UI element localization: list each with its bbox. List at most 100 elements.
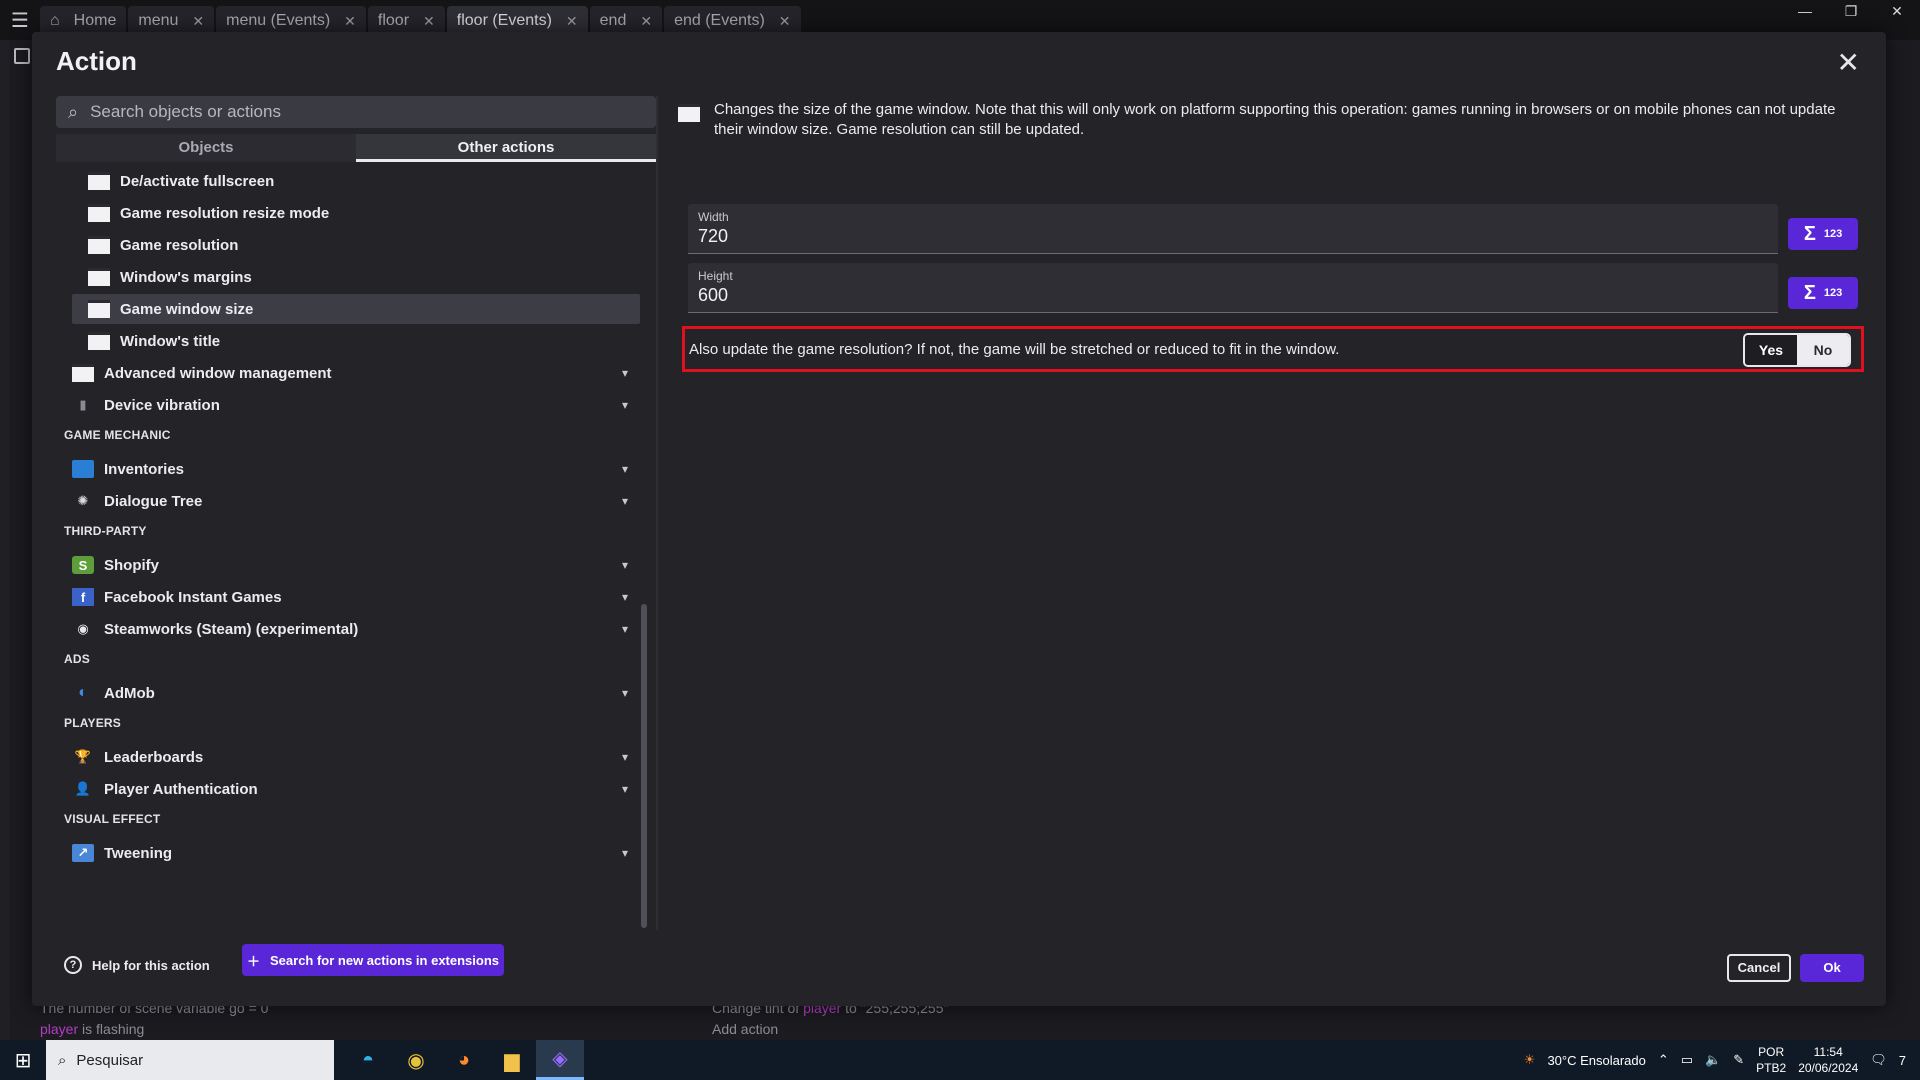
chevron-down-icon: ▾: [621, 494, 628, 508]
window-icon: [88, 300, 110, 318]
chevron-down-icon: ▾: [621, 846, 628, 860]
pen-icon[interactable]: ✎: [1733, 1052, 1744, 1068]
width-field[interactable]: Width: [688, 204, 1778, 254]
panel-divider: [656, 96, 658, 930]
picker-tabs: Objects Other actions: [56, 134, 656, 162]
close-icon[interactable]: ✕: [344, 13, 356, 30]
search-extensions-button[interactable]: ＋ Search for new actions in extensions: [242, 944, 504, 976]
category-player-authentication[interactable]: 👤 Player Authentication ▾: [56, 774, 640, 804]
language-indicator[interactable]: POR PTB2: [1756, 1044, 1786, 1076]
category-dialogue-tree[interactable]: ✺ Dialogue Tree ▾: [56, 486, 640, 516]
dialog-title: Action: [56, 46, 137, 76]
notifications-icon[interactable]: 🗨: [1870, 1052, 1887, 1068]
restore-icon[interactable]: ❐: [1828, 0, 1874, 22]
help-icon: ?: [64, 956, 82, 974]
firefox-icon[interactable]: ◕: [440, 1040, 488, 1080]
window-close-icon[interactable]: ✕: [1874, 0, 1920, 22]
minimize-icon[interactable]: —: [1782, 0, 1828, 22]
height-field[interactable]: Height: [688, 263, 1778, 313]
window-icon: [88, 204, 110, 222]
window-icon: [88, 268, 110, 286]
list-item-game-window-size[interactable]: Game window size: [72, 294, 640, 324]
cancel-button[interactable]: Cancel: [1727, 954, 1791, 982]
chevron-up-icon[interactable]: ⌃: [1658, 1052, 1669, 1068]
weather-icon: ☀: [1523, 1052, 1536, 1067]
category-admob[interactable]: ◐ AdMob ▾: [56, 678, 640, 708]
category-device-vibration[interactable]: ▮ Device vibration ▾: [56, 390, 640, 420]
system-tray: ☀ 30°C Ensolarado ⌃ ▭ 🔈 ✎ POR PTB2 11:54 2…: [1523, 1044, 1906, 1076]
list-scrollbar[interactable]: [641, 96, 647, 930]
action-description: Changes the size of the game window. Not…: [678, 96, 1864, 140]
file-explorer-icon[interactable]: ▆: [488, 1040, 536, 1080]
scrollbar-thumb[interactable]: [641, 604, 647, 928]
tab-objects[interactable]: Objects: [56, 134, 356, 162]
dialogue-tree-icon: ✺: [77, 493, 89, 508]
sigma-icon: Σ: [1803, 222, 1816, 245]
width-expression-button[interactable]: Σ 123: [1788, 218, 1858, 250]
width-input[interactable]: [698, 226, 1758, 247]
dialog-close-icon[interactable]: ✕: [1837, 46, 1860, 79]
windows-taskbar: ⊞ ⌕ Pesquisar ◓ ◉ ◕ ▆ ◈ ☀ 30°C Ensolarado…: [0, 1040, 1920, 1080]
chevron-down-icon: ▾: [621, 686, 628, 700]
user-lock-icon: 👤: [74, 781, 92, 796]
windows-start-icon[interactable]: ⊞: [0, 1048, 46, 1073]
category-steamworks[interactable]: ◉ Steamworks (Steam) (experimental) ▾: [56, 614, 640, 644]
vibration-icon: ▮: [79, 397, 87, 412]
network-icon[interactable]: ▭: [1681, 1052, 1693, 1068]
chevron-down-icon: ▾: [621, 462, 628, 476]
close-icon[interactable]: ✕: [566, 13, 578, 30]
section-players: PLAYERS: [64, 716, 121, 730]
no-button[interactable]: No: [1797, 335, 1849, 365]
search-bar[interactable]: ⌕: [56, 96, 656, 128]
list-item-fullscreen[interactable]: De/activate fullscreen: [72, 166, 640, 196]
category-shopify[interactable]: S Shopify ▾: [56, 550, 640, 580]
chevron-down-icon: ▾: [621, 622, 628, 636]
list-item-resize-mode[interactable]: Game resolution resize mode: [72, 198, 640, 228]
chrome-icon[interactable]: ◉: [392, 1040, 440, 1080]
category-inventories[interactable]: Inventories ▾: [56, 454, 640, 484]
category-advanced-window[interactable]: Advanced window management ▾: [56, 358, 640, 388]
window-icon: [88, 236, 110, 254]
category-tweening[interactable]: ↗ Tweening ▾: [56, 838, 640, 868]
list-item-window-margins[interactable]: Window's margins: [72, 262, 640, 292]
list-item-game-resolution[interactable]: Game resolution: [72, 230, 640, 260]
yes-button[interactable]: Yes: [1745, 335, 1797, 365]
facebook-icon: f: [72, 588, 94, 606]
close-icon[interactable]: ✕: [423, 13, 435, 30]
sigma-icon: Σ: [1803, 281, 1816, 304]
ok-button[interactable]: Ok: [1800, 954, 1864, 982]
volume-icon[interactable]: 🔈: [1705, 1052, 1721, 1068]
search-icon: ⌕: [68, 101, 79, 122]
close-icon[interactable]: ✕: [640, 13, 652, 30]
update-resolution-row: Also update the game resolution? If not,…: [682, 326, 1864, 372]
help-link[interactable]: ? Help for this action: [64, 956, 210, 974]
close-icon[interactable]: ✕: [192, 13, 204, 30]
background-condition-row-2: player is flashing: [40, 1021, 145, 1037]
clock[interactable]: 11:54 20/06/2024: [1798, 1044, 1858, 1076]
gdevelop-icon[interactable]: ◈: [536, 1040, 584, 1080]
action-dialog: Action ✕ ⌕ Objects Other actions De/acti…: [32, 32, 1886, 1006]
tab-other-actions[interactable]: Other actions: [356, 134, 656, 162]
close-icon[interactable]: ✕: [779, 13, 791, 30]
edge-icon[interactable]: ◓: [344, 1040, 392, 1080]
section-visual-effect: VISUAL EFFECT: [64, 812, 161, 826]
steam-icon: ◉: [77, 621, 89, 636]
background-add-action[interactable]: Add action: [712, 1021, 778, 1037]
category-leaderboards[interactable]: 🏆 Leaderboards ▾: [56, 742, 640, 772]
height-input[interactable]: [698, 285, 1758, 306]
inventory-icon: [72, 460, 94, 478]
trophy-icon: 🏆: [74, 749, 92, 764]
height-expression-button[interactable]: Σ 123: [1788, 277, 1858, 309]
layout-icon[interactable]: [14, 48, 30, 64]
category-facebook[interactable]: f Facebook Instant Games ▾: [56, 582, 640, 612]
chevron-down-icon: ▾: [621, 782, 628, 796]
window-icon: [72, 364, 94, 382]
plus-icon: ＋: [246, 953, 260, 969]
search-input[interactable]: [90, 102, 611, 122]
section-ads: ADS: [64, 652, 90, 666]
list-item-window-title[interactable]: Window's title: [72, 326, 640, 356]
taskbar-search[interactable]: ⌕ Pesquisar: [46, 1040, 334, 1080]
home-icon: ⌂: [50, 12, 60, 29]
shopify-icon: S: [72, 556, 94, 574]
window-icon: [88, 172, 110, 190]
